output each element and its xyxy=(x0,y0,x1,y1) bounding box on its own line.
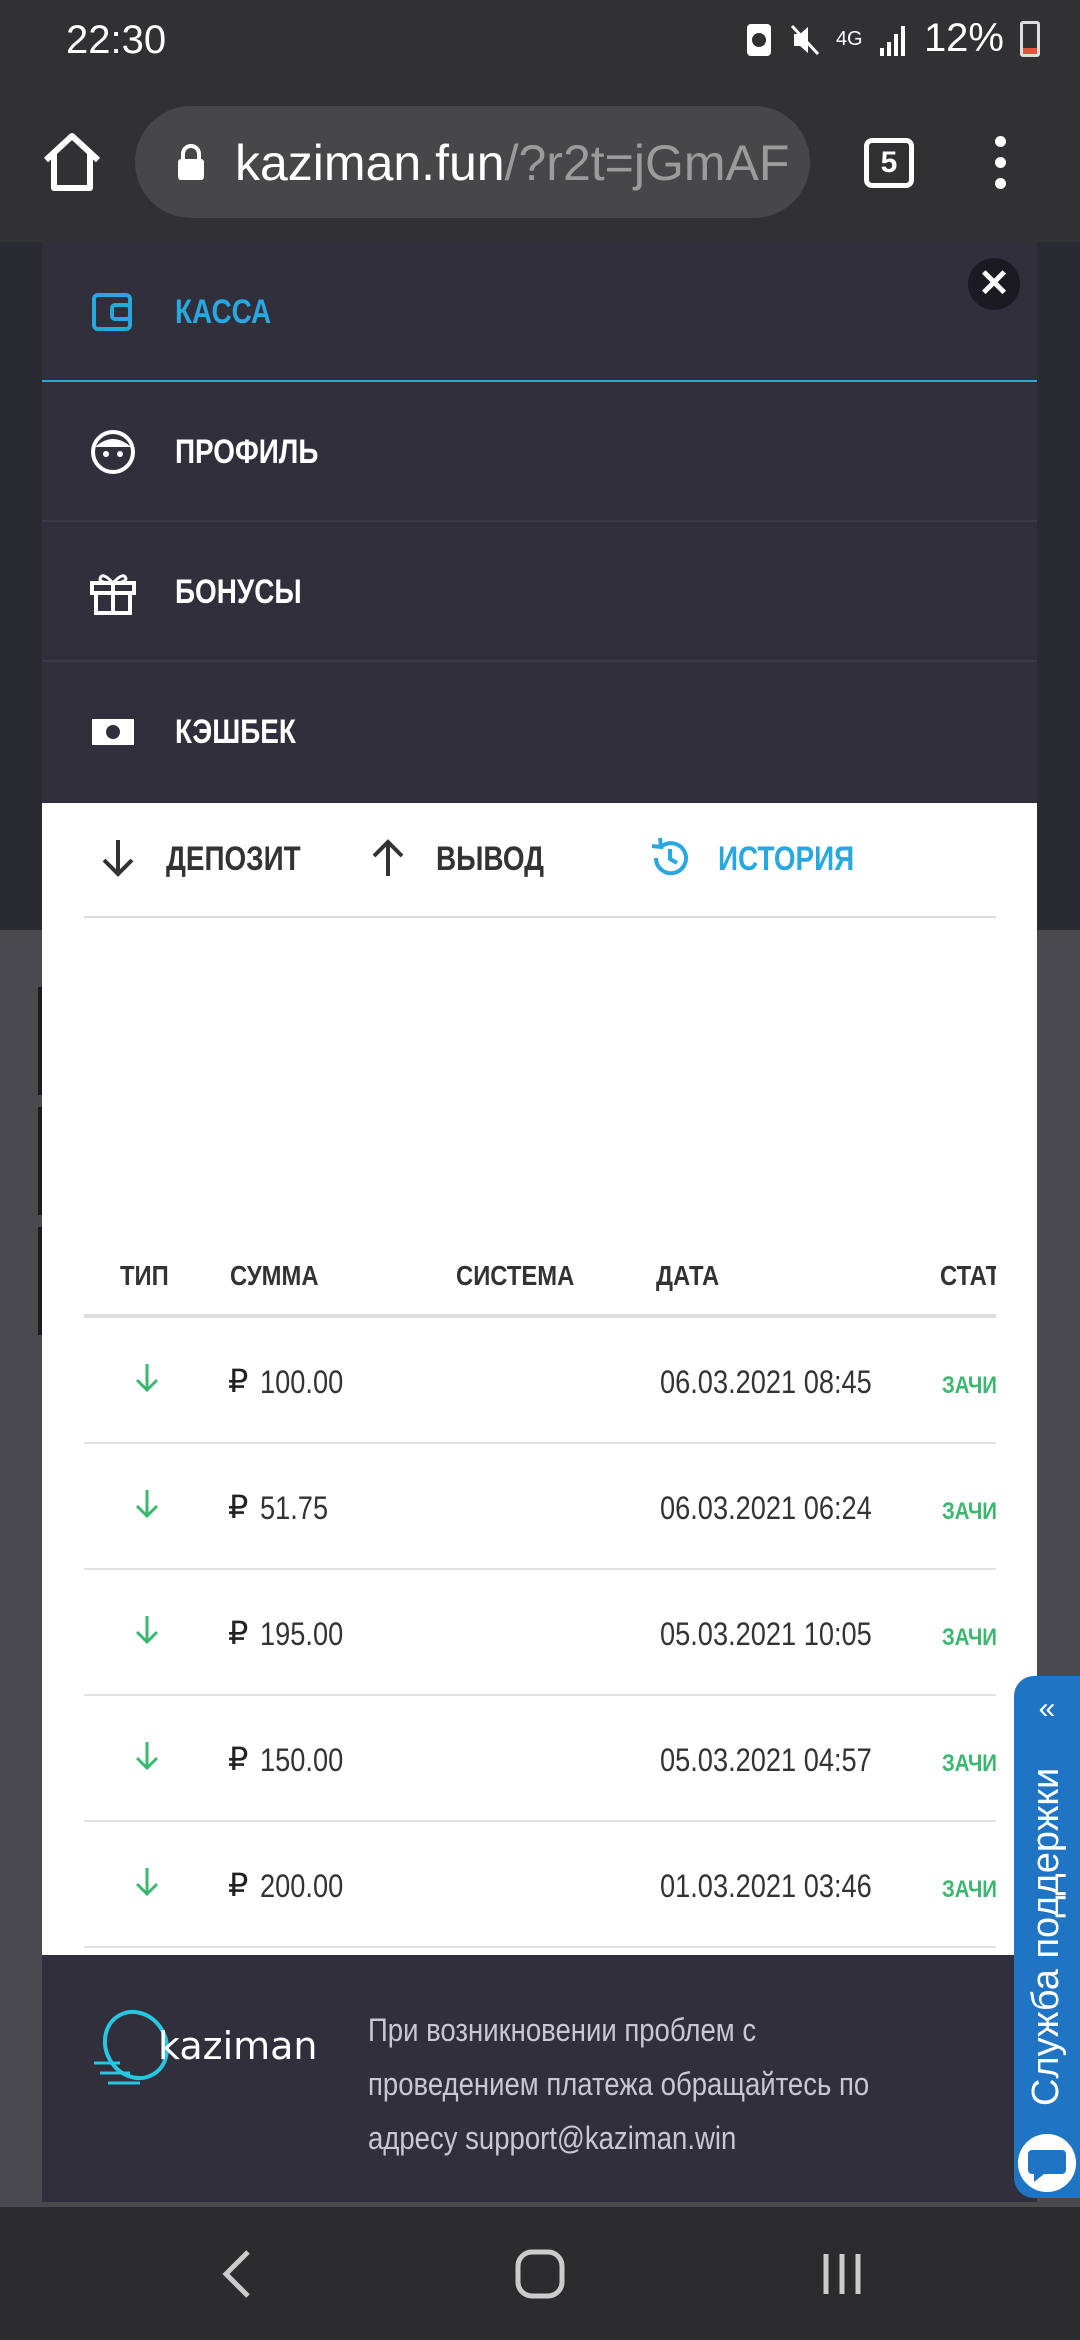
url-text: kaziman.fun/?r2t=jGmAF xyxy=(235,135,790,191)
home-icon[interactable] xyxy=(40,130,104,194)
table-row: ₽195.00 05.03.2021 10:05 ЗАЧИСЛЕН xyxy=(84,1570,996,1696)
deposit-arrow-icon xyxy=(135,1742,159,1771)
mute-icon xyxy=(790,24,820,55)
browser-toolbar: kaziman.fun/?r2t=jGmAF 5 xyxy=(0,86,1080,242)
table-row: ₽100.00 06.03.2021 08:45 ЗАЧИСЛЕН xyxy=(84,1318,996,1444)
lock-icon xyxy=(178,144,204,180)
browser-menu-icon[interactable] xyxy=(990,136,1010,196)
deposit-arrow-icon xyxy=(135,1616,159,1645)
gift-icon xyxy=(90,574,136,615)
currency-symbol: ₽ xyxy=(228,1489,249,1525)
deposit-arrow-icon xyxy=(135,1364,159,1393)
column-header: ДАТА xyxy=(656,1260,720,1291)
deposit-arrow-icon xyxy=(135,1868,159,1897)
wallet-icon xyxy=(92,293,132,331)
deposit-arrow-icon xyxy=(135,1490,159,1519)
history-icon xyxy=(651,837,688,876)
sync-icon xyxy=(746,23,771,56)
kaziman-logo: kaziman xyxy=(94,2009,318,2085)
face-icon xyxy=(91,430,135,474)
table-header: ТИП СУММА СИСТЕМА ДАТА СТАТУС xyxy=(84,1240,996,1318)
back-icon[interactable] xyxy=(210,2244,270,2304)
address-bar[interactable]: kaziman.fun/?r2t=jGmAF xyxy=(135,106,810,218)
currency-symbol: ₽ xyxy=(228,1615,249,1651)
column-header: СИСТЕМА xyxy=(456,1260,575,1291)
menu-item-label: ПРОФИЛЬ xyxy=(175,433,319,471)
date-cell: 05.03.2021 10:05 xyxy=(660,1616,872,1652)
status-time: 22:30 xyxy=(66,18,167,62)
date-cell: 06.03.2021 06:24 xyxy=(660,1490,872,1526)
date-cell: 05.03.2021 04:57 xyxy=(660,1742,872,1778)
menu-item-label: БОНУСЫ xyxy=(175,573,302,611)
table-row: ₽51.75 06.03.2021 06:24 ЗАЧИСЛЕН xyxy=(84,1444,996,1570)
cashier-modal: КАССА ПРОФИЛЬ БОНУСЫ КЭШБЕК ДЕПОЗИТ ВЫВО… xyxy=(42,242,1037,2202)
menu-item-kassa[interactable]: КАССА xyxy=(42,242,1037,382)
column-header: СУММА xyxy=(230,1260,319,1291)
support-tab[interactable]: « Служба поддержки xyxy=(1014,1676,1080,2198)
menu-item-bonuses[interactable]: БОНУСЫ xyxy=(42,522,1037,662)
table-row: ₽200.0027.02.2021 07:51ЗАЧИСЛЕН xyxy=(84,1948,996,1955)
currency-symbol: ₽ xyxy=(228,1741,249,1777)
status-cell: ЗАЧИСЛЕН xyxy=(942,1876,996,1903)
table-row: ₽150.00 05.03.2021 04:57 ЗАЧИСЛЕН xyxy=(84,1696,996,1822)
system-nav-bar xyxy=(0,2208,1080,2340)
home-nav-icon[interactable] xyxy=(510,2244,570,2304)
battery-icon xyxy=(1020,20,1040,57)
currency-symbol: ₽ xyxy=(228,1867,249,1903)
currency-symbol: ₽ xyxy=(228,1363,249,1399)
status-cell: ЗАЧИСЛЕН xyxy=(942,1372,996,1399)
status-bar: 22:30 4G 12% xyxy=(0,0,1080,86)
column-header: ТИП xyxy=(120,1260,169,1291)
amount-cell: 195.00 xyxy=(260,1616,344,1652)
status-cell: ЗАЧИСЛЕН xyxy=(942,1498,996,1525)
amount-cell: 150.00 xyxy=(260,1742,344,1778)
menu-item-label: КАССА xyxy=(175,293,272,331)
menu-item-profile[interactable]: ПРОФИЛЬ xyxy=(42,382,1037,522)
network-type: 4G xyxy=(835,27,863,50)
menu-item-cashback[interactable]: КЭШБЕК xyxy=(42,662,1037,802)
support-note: При возникновении проблем с проведением … xyxy=(368,2012,870,2156)
table-row: ₽200.00 01.03.2021 03:46 ЗАЧИСЛЕН xyxy=(84,1822,996,1948)
chat-icon[interactable] xyxy=(1014,2130,1080,2196)
arrow-down-icon xyxy=(102,840,134,877)
signal-icon xyxy=(879,25,905,56)
amount-cell: 51.75 xyxy=(260,1490,329,1526)
svg-text:kaziman: kaziman xyxy=(158,2024,318,2068)
date-cell: 06.03.2021 08:45 xyxy=(660,1364,872,1400)
cashier-tabs: ДЕПОЗИТ ВЫВОД ИСТОРИЯ xyxy=(84,800,996,918)
status-cell: ЗАЧИСЛЕН xyxy=(942,1624,996,1651)
close-button[interactable]: ✕ xyxy=(968,258,1020,310)
amount-cell: 100.00 xyxy=(260,1364,344,1400)
account-menu: КАССА ПРОФИЛЬ БОНУСЫ КЭШБЕК xyxy=(42,242,1037,803)
arrow-up-icon xyxy=(372,839,404,876)
payment-footer: kaziman При возникновении проблем с пров… xyxy=(42,1955,1037,2202)
date-cell: 01.03.2021 03:46 xyxy=(660,1868,872,1904)
tab-switcher-button[interactable]: 5 xyxy=(864,138,914,188)
column-header: СТАТУС xyxy=(940,1260,996,1291)
support-label: Служба поддержки xyxy=(1025,1768,1067,2106)
cash-icon xyxy=(92,719,134,745)
battery-percent: 12% xyxy=(923,16,1004,60)
status-cell: ЗАЧИСЛЕН xyxy=(942,1750,996,1777)
recents-icon[interactable] xyxy=(812,2244,872,2304)
history-table: ТИП СУММА СИСТЕМА ДАТА СТАТУС ₽100.00 06.… xyxy=(84,1240,996,1955)
amount-cell: 200.00 xyxy=(260,1868,344,1904)
menu-item-label: КЭШБЕК xyxy=(175,713,296,751)
